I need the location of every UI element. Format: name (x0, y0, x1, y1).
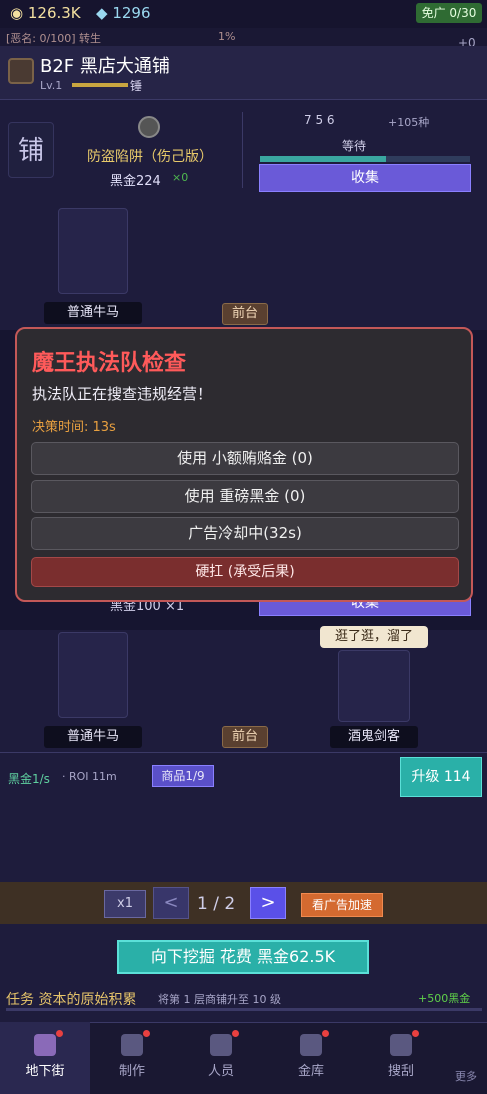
bribe-small-button[interactable]: 使用 小额贿赂金 (0) (31, 442, 459, 475)
nav-label: 制作 (118, 1064, 145, 1079)
customer-portrait[interactable] (338, 650, 410, 722)
resist-button[interactable]: 硬扛 (承受后果) (31, 557, 459, 587)
trap-multiplier: ×0 (172, 171, 189, 184)
more-button[interactable]: 更多 (455, 1068, 477, 1084)
level-bar (72, 83, 128, 87)
underground-icon (34, 1034, 56, 1056)
notification-dot (412, 1030, 419, 1037)
nav-vault[interactable]: 金库 (266, 1022, 356, 1094)
materials-more: +105种 (388, 116, 430, 129)
upgrade-button[interactable]: 升级 114 (400, 757, 482, 797)
modal-title: 魔王执法队检查 (32, 351, 187, 376)
ad-speedup-button[interactable]: 看广告加速 (301, 893, 383, 917)
notification-dot (232, 1030, 239, 1037)
next-page-button[interactable]: > (250, 887, 286, 919)
gem-value: 1296 (112, 4, 151, 22)
trap-name: 防盗陷阱（伤己版） (87, 149, 213, 165)
collect-progress-fill (260, 156, 386, 162)
front-desk-2[interactable]: 前台 (222, 726, 268, 748)
worker-portrait-2[interactable] (58, 632, 128, 718)
notice-text: [恶名: 0/100] 转生 (6, 32, 101, 45)
vault-icon (300, 1034, 322, 1056)
quest-progress (6, 1008, 482, 1011)
trap-cost: 黑金224 (110, 174, 161, 189)
coin-value: 126.3K (27, 4, 81, 22)
notice-percent: 1% (218, 30, 236, 43)
bribe-heavy-button[interactable]: 使用 重磅黑金 (0) (31, 480, 459, 513)
nav-label: 金库 (297, 1064, 324, 1079)
worker-label: 普通牛马 (44, 302, 142, 324)
divider (242, 112, 243, 188)
customer-label: 酒鬼剑客 (330, 726, 418, 748)
front-desk[interactable]: 前台 (222, 303, 268, 325)
decision-timer: 决策时间: 13s (32, 420, 116, 435)
craft-icon (121, 1034, 143, 1056)
dig-down-button[interactable]: 向下挖掘 花费 黑金62.5K (117, 940, 369, 974)
shop-icon: 铺 (8, 122, 54, 178)
level-tag: 锤 (130, 79, 143, 93)
staff-icon (210, 1034, 232, 1056)
coin-counter: ◉ 126.3K (10, 4, 81, 22)
worker-label-2: 普通牛马 (44, 726, 142, 748)
nav-scavenge[interactable]: 搜刮 (356, 1022, 446, 1094)
floor-title: B2F 黑店大通铺 (40, 56, 170, 77)
nav-staff[interactable]: 人员 (176, 1022, 266, 1094)
income-rate: 黑金1/s (8, 772, 50, 786)
modal-subtitle: 执法队正在搜查违规经营！ (32, 385, 213, 403)
notification-dot (56, 1030, 63, 1037)
prev-page-button[interactable]: < (153, 887, 189, 919)
roi-text: · ROI 11m (62, 770, 117, 783)
nav-label: 地下街 (25, 1064, 65, 1079)
quest-reward: +500黑金 (418, 992, 471, 1005)
speech-bubble: 逛了逛，溜了 (320, 626, 428, 648)
divider (0, 752, 487, 753)
gem-counter: ◆ 1296 (96, 4, 151, 22)
floor-background (0, 882, 487, 924)
collect-button[interactable]: 收集 (259, 164, 471, 192)
worker-portrait[interactable] (58, 208, 128, 294)
notification-dot (322, 1030, 329, 1037)
trap-icon (138, 116, 160, 138)
notification-dot (143, 1030, 150, 1037)
notice-bar: [恶名: 0/100] 转生 1% (0, 28, 487, 46)
no-ads-button[interactable]: 免广 0/30 (416, 3, 482, 23)
ad-cooldown-button[interactable]: 广告冷却中(32s) (31, 517, 459, 550)
wait-status: 等待 (342, 139, 367, 153)
scavenge-icon (390, 1034, 412, 1056)
goods-button[interactable]: 商品1/9 (152, 765, 214, 787)
floor-level: Lv.1 (40, 79, 63, 92)
floor-icon (8, 58, 34, 84)
materials: 7 5 6 (304, 113, 335, 127)
page-indicator: 1 / 2 (197, 894, 236, 914)
speed-button[interactable]: x1 (104, 890, 146, 918)
quest-goal: 将第 1 层商铺升至 10 级 (158, 993, 281, 1006)
nav-label: 搜刮 (387, 1064, 414, 1079)
nav-craft[interactable]: 制作 (87, 1022, 177, 1094)
quest-title[interactable]: 任务 资本的原始积累 (6, 989, 136, 1009)
nav-underground[interactable]: 地下街 (0, 1022, 90, 1094)
nav-label: 人员 (207, 1064, 234, 1079)
